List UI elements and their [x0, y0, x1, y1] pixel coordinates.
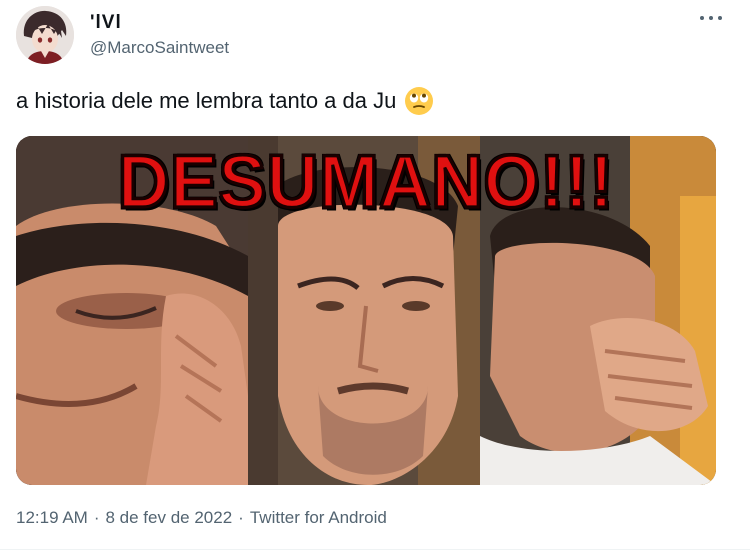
- tweet-date[interactable]: 8 de fev de 2022: [106, 508, 233, 527]
- tweet-text: a historia dele me lembra tanto a da Ju: [16, 88, 397, 113]
- avatar-illustration: [16, 6, 74, 64]
- meta-separator-2: ·: [238, 508, 244, 527]
- tweet-source-link[interactable]: Twitter for Android: [250, 508, 387, 527]
- user-handle[interactable]: @MarcoSaintweet: [90, 38, 229, 58]
- display-name[interactable]: 'lVl: [90, 12, 122, 34]
- tweet-media-image[interactable]: DESUMANO!!!: [16, 136, 716, 485]
- tweet-text-row: a historia dele me lembra tanto a da Ju: [16, 86, 434, 116]
- tweet-card: 'lVl @MarcoSaintweet a historia dele me …: [0, 0, 750, 556]
- media-overlay-text: DESUMANO!!!: [116, 139, 615, 225]
- avatar[interactable]: [16, 6, 74, 64]
- tweet-meta: 12:19 AM · 8 de fev de 2022 · Twitter for An…: [16, 508, 387, 528]
- meta-separator: ·: [93, 508, 100, 527]
- more-options-icon[interactable]: [700, 14, 722, 22]
- divider: [0, 549, 750, 550]
- tweet-time[interactable]: 12:19 AM: [16, 508, 88, 527]
- face-with-rolling-eyes-icon: [405, 87, 434, 115]
